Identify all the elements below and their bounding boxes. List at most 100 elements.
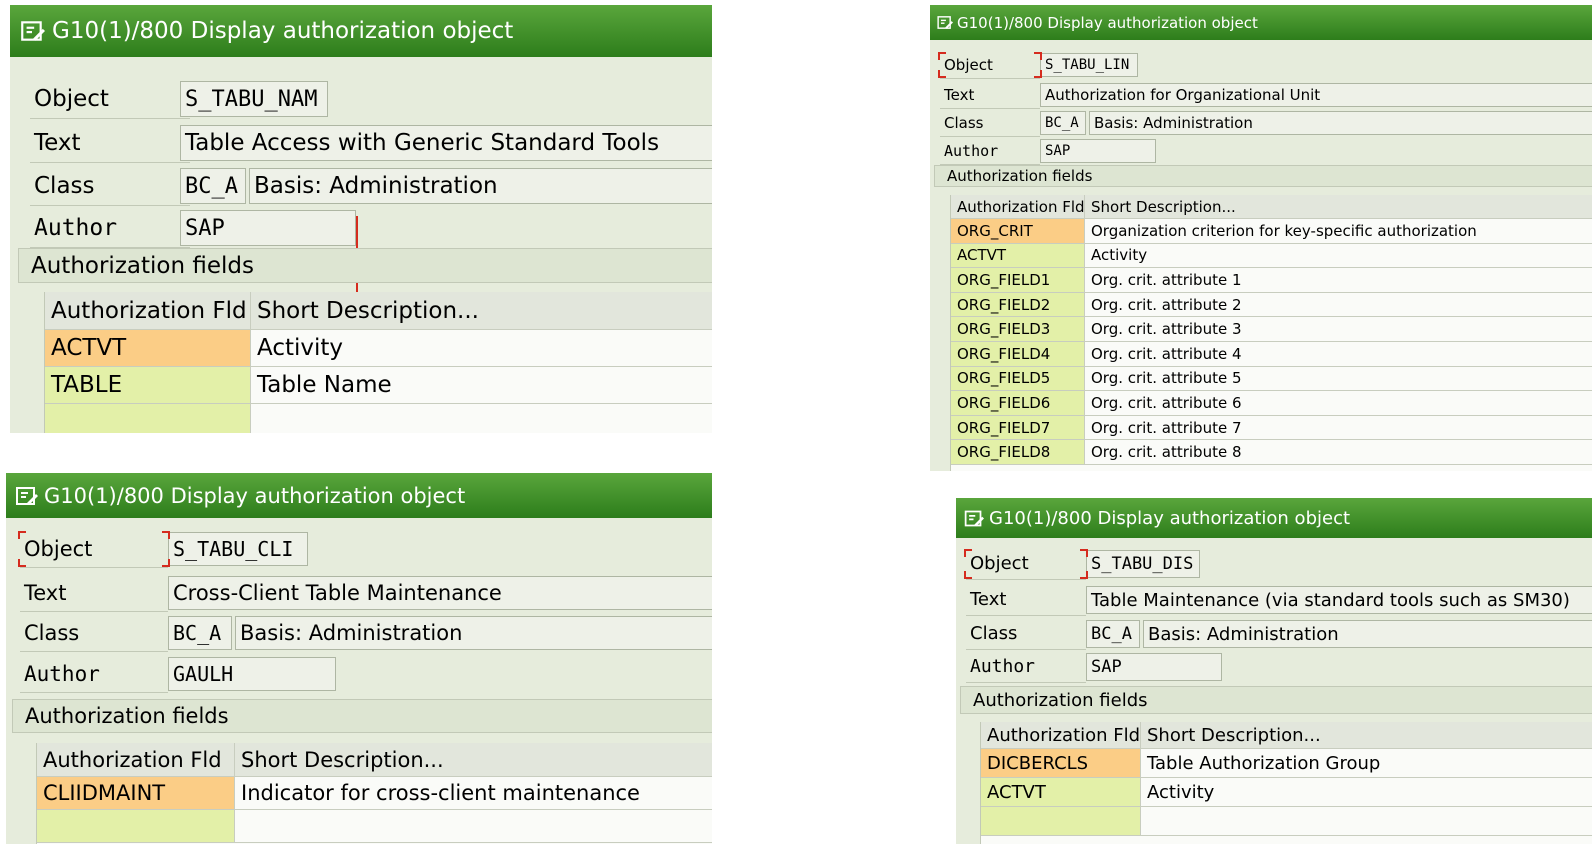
column-header-field[interactable]: Authorization Fld <box>951 195 1085 218</box>
authorization-fields-table: Authorization Fld Short Description... DIC… <box>980 722 1592 844</box>
class-name-field[interactable]: Basis: Administration <box>249 168 712 204</box>
author-field[interactable]: GAULH <box>168 657 336 691</box>
table-row[interactable]: ORG_CRIT Organization criterion for key-s… <box>951 219 1592 244</box>
class-name-field[interactable]: Basis: Administration <box>1089 111 1592 135</box>
field-description-cell: Activity <box>251 330 712 366</box>
column-header-description[interactable]: Short Description... <box>235 743 712 776</box>
table-row[interactable]: CLIIDMAINT Indicator for cross-client mai… <box>37 777 712 810</box>
class-row: Class BC_A Basis: Administration <box>6 614 712 652</box>
text-field[interactable]: Cross-Client Table Maintenance <box>168 576 712 610</box>
table-row[interactable]: ORG_FIELD4 Org. crit. attribute 4 <box>951 342 1592 367</box>
object-field[interactable]: S_TABU_CLI <box>168 532 308 566</box>
field-name-cell[interactable]: ORG_FIELD6 <box>951 391 1085 415</box>
table-row-empty[interactable] <box>37 810 712 843</box>
author-row: Author GAULH <box>6 655 712 693</box>
author-field[interactable]: SAP <box>1086 653 1222 681</box>
column-header-description[interactable]: Short Description... <box>251 292 712 329</box>
auth-object-window-s-tabu-cli: G10(1)/800 Display authorization object O… <box>6 473 712 844</box>
table-row[interactable]: ORG_FIELD3 Org. crit. attribute 3 <box>951 317 1592 342</box>
authorization-fields-table: Authorization Fld Short Description... CLI… <box>36 743 712 844</box>
column-header-description[interactable]: Short Description... <box>1141 722 1592 748</box>
author-label: Author <box>30 208 190 248</box>
table-row[interactable]: ORG_FIELD1 Org. crit. attribute 1 <box>951 268 1592 293</box>
class-code-field[interactable]: BC_A <box>1040 111 1086 135</box>
table-row[interactable]: ORG_FIELD8 Org. crit. attribute 8 <box>951 440 1592 465</box>
table-row[interactable]: TABLE Table Name <box>45 367 712 404</box>
field-description-cell: Org. crit. attribute 8 <box>1085 440 1592 464</box>
field-name-cell[interactable]: CLIIDMAINT <box>37 777 235 809</box>
field-name-cell[interactable]: TABLE <box>45 367 251 403</box>
field-name-cell[interactable]: ORG_CRIT <box>951 219 1085 243</box>
text-label: Text <box>940 81 1040 109</box>
field-description-cell: Org. crit. attribute 3 <box>1085 317 1592 341</box>
class-code-field[interactable]: BC_A <box>180 168 246 204</box>
column-header-field[interactable]: Authorization Fld <box>37 743 235 776</box>
author-field[interactable]: SAP <box>1040 139 1156 163</box>
object-field[interactable]: S_TABU_DIS <box>1086 550 1200 578</box>
field-name-cell[interactable]: ORG_FIELD8 <box>951 440 1085 464</box>
column-header-description[interactable]: Short Description... <box>1085 195 1592 218</box>
authorization-fields-header: Authorization fields <box>960 686 1592 714</box>
field-name-cell[interactable]: ACTVT <box>951 243 1085 268</box>
field-name-cell[interactable]: ACTVT <box>981 778 1141 806</box>
authorization-fields-header: Authorization fields <box>934 165 1592 187</box>
field-name-cell[interactable] <box>45 404 251 433</box>
field-name-cell[interactable]: ORG_FIELD7 <box>951 415 1085 440</box>
class-name-field[interactable]: Basis: Administration <box>1143 620 1592 648</box>
field-name-cell[interactable]: DICBERCLS <box>981 749 1141 777</box>
field-description-cell: Activity <box>1085 243 1592 268</box>
table-row[interactable]: ACTVT Activity <box>951 243 1592 269</box>
table-row[interactable]: ACTVT Activity <box>981 778 1592 807</box>
display-document-icon <box>963 508 984 529</box>
text-field[interactable]: Table Access with Generic Standard Tools <box>180 125 712 161</box>
display-document-icon <box>936 14 953 31</box>
title-bar: G10(1)/800 Display authorization object <box>6 473 712 518</box>
title-bar: G10(1)/800 Display authorization object <box>956 498 1592 538</box>
field-name-cell[interactable] <box>981 807 1141 835</box>
authorization-fields-header: Authorization fields <box>18 248 712 283</box>
title-bar: G10(1)/800 Display authorization object <box>10 5 712 57</box>
table-row-empty[interactable] <box>45 404 712 433</box>
display-document-icon <box>19 18 45 44</box>
class-code-field[interactable]: BC_A <box>168 616 232 650</box>
text-label: Text <box>20 574 168 612</box>
author-field[interactable]: SAP <box>180 210 356 246</box>
table-row[interactable]: ORG_FIELD2 Org. crit. attribute 2 <box>951 292 1592 318</box>
class-name-field[interactable]: Basis: Administration <box>235 616 712 650</box>
field-name-cell[interactable]: ACTVT <box>45 330 251 366</box>
column-header-field[interactable]: Authorization Fld <box>981 722 1141 748</box>
field-name-cell[interactable]: ORG_FIELD3 <box>951 317 1085 341</box>
text-row: Text Cross-Client Table Maintenance <box>6 574 712 612</box>
field-name-cell[interactable]: ORG_FIELD4 <box>951 342 1085 366</box>
authorization-fields-table: Authorization Fld Short Description... ACT… <box>44 292 712 433</box>
object-field[interactable]: S_TABU_NAM <box>180 81 328 117</box>
table-row-empty[interactable] <box>981 807 1592 836</box>
table-row[interactable]: ORG_FIELD7 Org. crit. attribute 7 <box>951 415 1592 441</box>
field-name-cell[interactable]: ORG_FIELD1 <box>951 268 1085 292</box>
table-row[interactable]: ORG_FIELD6 Org. crit. attribute 6 <box>951 391 1592 416</box>
text-label: Text <box>30 123 190 163</box>
field-name-cell[interactable]: ORG_FIELD5 <box>951 366 1085 391</box>
class-label: Class <box>20 614 168 652</box>
table-row[interactable]: DICBERCLS Table Authorization Group <box>981 749 1592 778</box>
table-header: Authorization Fld Short Description... <box>37 743 712 777</box>
field-description-cell: Org. crit. attribute 4 <box>1085 342 1592 366</box>
column-header-field[interactable]: Authorization Fld <box>45 292 251 329</box>
text-field[interactable]: Authorization for Organizational Unit <box>1040 83 1592 107</box>
text-field[interactable]: Table Maintenance (via standard tools su… <box>1086 586 1592 614</box>
field-name-cell[interactable]: ORG_FIELD2 <box>951 292 1085 317</box>
text-label: Text <box>966 584 1086 616</box>
table-row[interactable]: ACTVT Activity <box>45 330 712 367</box>
auth-object-window-s-tabu-dis: G10(1)/800 Display authorization object O… <box>956 498 1592 844</box>
window-title: G10(1)/800 Display authorization object <box>989 507 1351 529</box>
field-description-cell: Organization criterion for key-specific … <box>1085 219 1592 243</box>
field-description-cell: Org. crit. attribute 7 <box>1085 415 1592 440</box>
field-description-cell: Table Authorization Group <box>1141 749 1592 777</box>
object-field[interactable]: S_TABU_LIN <box>1040 53 1138 77</box>
class-code-field[interactable]: BC_A <box>1086 620 1140 648</box>
field-name-cell[interactable] <box>37 810 235 842</box>
table-row[interactable]: ORG_FIELD5 Org. crit. attribute 5 <box>951 366 1592 392</box>
text-row: Text Table Access with Generic Standard T… <box>10 123 712 163</box>
authorization-fields-table: Authorization Fld Short Description... ORG… <box>950 195 1592 471</box>
field-description-cell: Org. crit. attribute 6 <box>1085 391 1592 415</box>
